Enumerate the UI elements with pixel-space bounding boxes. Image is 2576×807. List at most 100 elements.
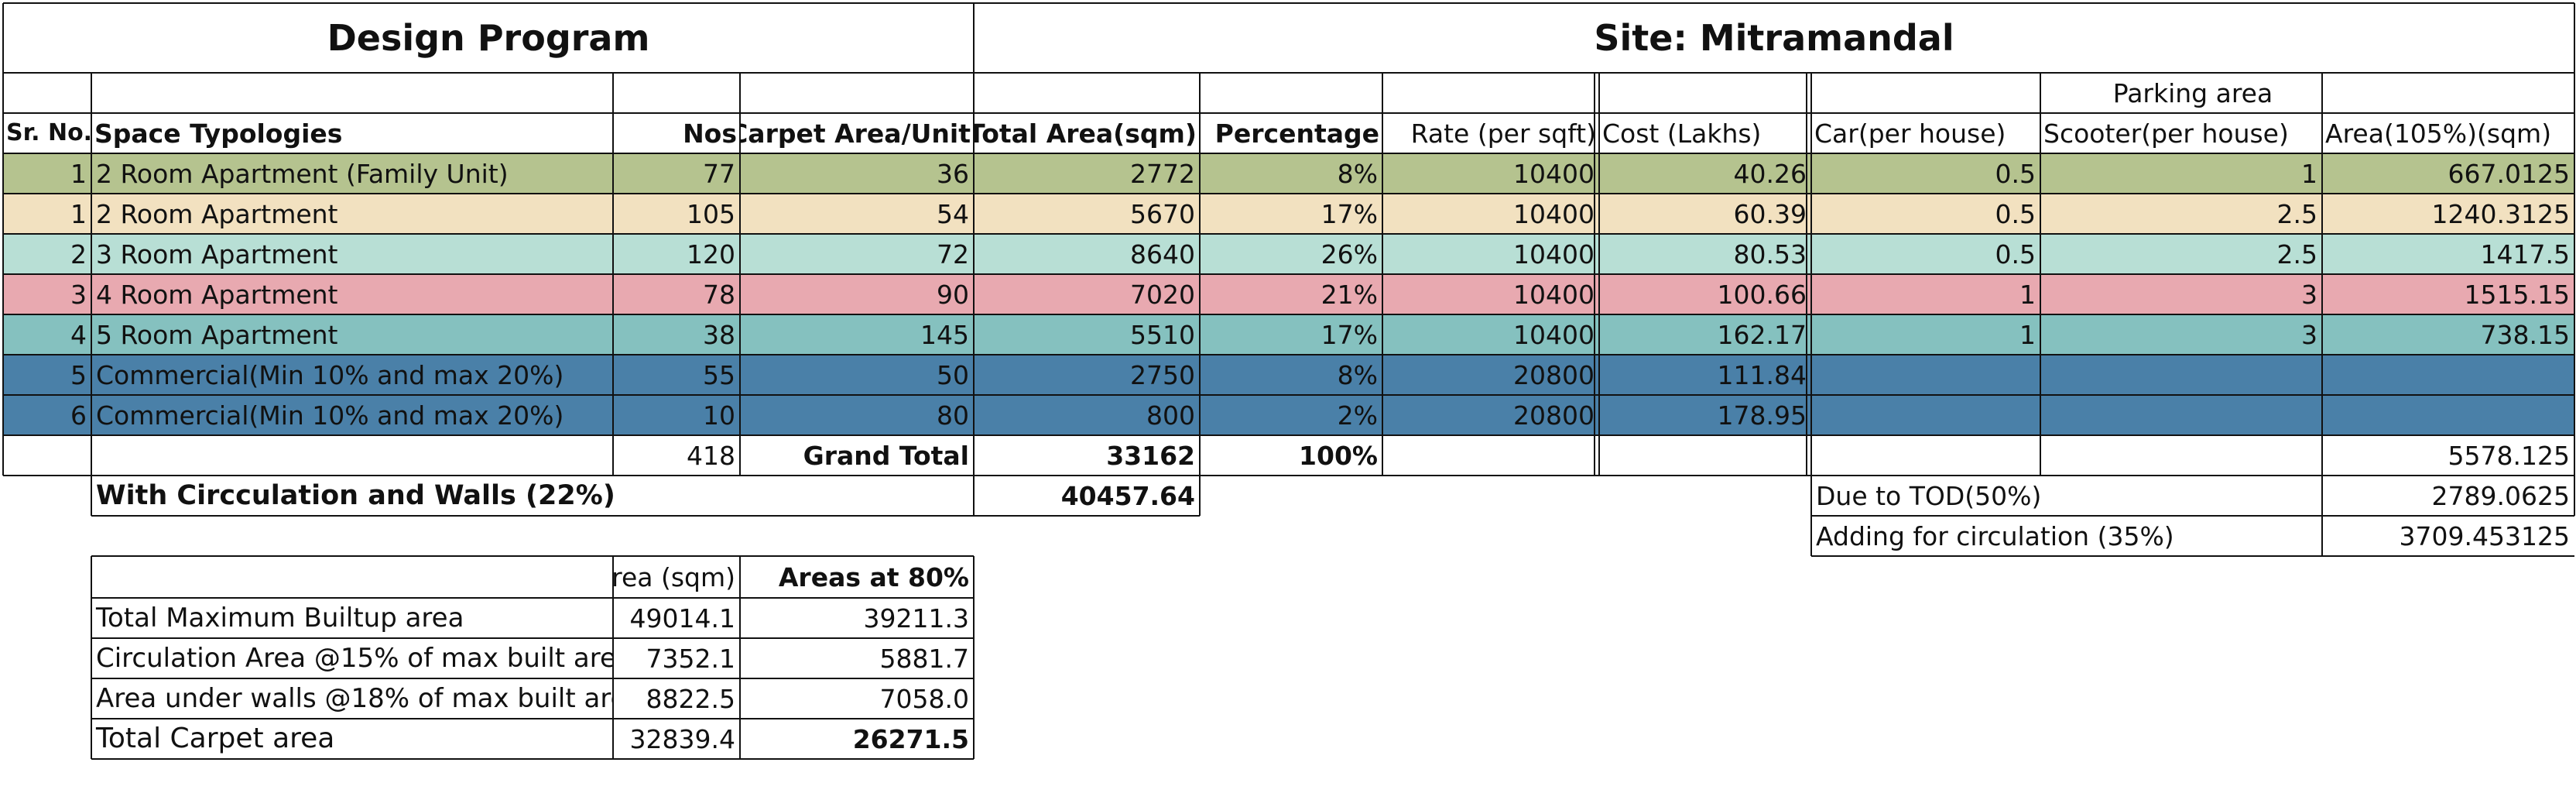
table-cell: 2.5	[2276, 198, 2317, 229]
table-cell: 8640	[1130, 239, 1195, 270]
table-cell: 17%	[1321, 319, 1378, 350]
grid-line	[1382, 73, 1383, 476]
site-title: Site: Mitramandal	[1594, 17, 1954, 59]
summary-header-80: Areas at 80%	[778, 561, 969, 592]
table-cell: 80	[937, 400, 969, 431]
grand-total-label: Grand Total	[803, 440, 969, 471]
table-cell: 4	[70, 319, 87, 350]
table-cell: 3	[2301, 319, 2317, 350]
table-cell: 20800	[1513, 359, 1595, 390]
table-cell: 10400	[1513, 279, 1595, 310]
column-header: Percentage	[1214, 118, 1379, 149]
grid-line	[973, 556, 975, 759]
table-cell: 78	[703, 279, 735, 310]
table-cell: 36	[937, 158, 969, 189]
table-cell: 105	[687, 198, 735, 229]
column-header: Cost (Lakhs)	[1602, 118, 1762, 149]
grid-line	[3, 475, 2574, 476]
parking-total-area: 5578.125	[2448, 440, 2570, 471]
grid-line	[1598, 73, 1600, 476]
grid-line	[1594, 73, 1595, 476]
grid-line	[91, 718, 974, 719]
table-cell: 2772	[1130, 158, 1195, 189]
grid-line	[2, 3, 4, 476]
grid-line	[3, 193, 2574, 194]
table-cell: 55	[703, 359, 735, 390]
table-cell: 800	[1146, 400, 1195, 431]
table-cell: 738.15	[2480, 319, 2570, 350]
table-cell: 10400	[1513, 158, 1595, 189]
summary-at-80: 7058.0	[879, 683, 969, 714]
table-cell	[2322, 355, 2574, 395]
table-cell: 3	[70, 279, 87, 310]
table-cell: 10400	[1513, 239, 1595, 270]
table-cell	[2040, 395, 2322, 435]
summary-area: 8822.5	[646, 683, 735, 714]
grid-line	[3, 112, 1811, 114]
grand-total-percentage: 100%	[1299, 440, 1378, 471]
table-cell: 0.5	[1995, 239, 2036, 270]
summary-at-80: 26271.5	[852, 723, 969, 754]
total-nos: 418	[687, 440, 735, 471]
table-cell: 4 Room Apartment	[96, 279, 338, 310]
table-cell: 3 Room Apartment	[96, 239, 338, 270]
grid-line	[3, 434, 2574, 436]
grid-line	[91, 515, 1200, 517]
table-cell: 1	[70, 158, 87, 189]
table-cell: 2 Room Apartment	[96, 198, 338, 229]
grid-line	[1811, 515, 2574, 517]
column-header: Space Typologies	[94, 118, 343, 149]
table-cell: Commercial(Min 10% and max 20%)	[96, 400, 564, 431]
table-cell: 5510	[1130, 319, 1195, 350]
grid-line	[91, 556, 92, 759]
grid-line	[3, 394, 2574, 396]
table-cell: 72	[937, 239, 969, 270]
grid-line	[2574, 3, 2575, 516]
column-header: Total Area(sqm)	[974, 118, 1197, 149]
table-cell: 10400	[1513, 319, 1595, 350]
grid-line	[91, 73, 92, 476]
table-cell: 80.53	[1733, 239, 1807, 270]
table-cell: 111.84	[1717, 359, 1807, 390]
summary-header-area: Area (sqm)	[613, 561, 735, 592]
table-cell: 50	[937, 359, 969, 390]
table-cell: 1	[2301, 158, 2317, 189]
summary-label: Circulation Area @15% of max built area	[96, 643, 613, 674]
grid-line	[3, 72, 2574, 74]
table-cell: 20800	[1513, 400, 1595, 431]
circulation-parking-label: Adding for circulation (35%)	[1816, 520, 2174, 551]
grid-line	[1199, 476, 1201, 516]
table-cell: 162.17	[1717, 319, 1807, 350]
grid-line	[1199, 73, 1201, 476]
grid-line	[1811, 112, 2574, 114]
tod-label: Due to TOD(50%)	[1816, 480, 2042, 511]
table-cell: 38	[703, 319, 735, 350]
table-cell: 0.5	[1995, 198, 2036, 229]
grid-line	[3, 233, 2574, 235]
table-cell: 77	[703, 158, 735, 189]
table-cell: 1	[2019, 319, 2036, 350]
grid-line	[739, 556, 741, 759]
summary-at-80: 5881.7	[879, 643, 969, 674]
circulation-label: With Circculation and Walls (22%)	[96, 479, 615, 511]
tod-value: 2789.0625	[2431, 480, 2570, 511]
column-header: Car(per house)	[1814, 118, 2006, 149]
summary-label: Total Carpet area	[96, 723, 335, 754]
grid-line	[1810, 73, 1812, 556]
grid-line	[3, 153, 2574, 154]
table-cell: 2%	[1337, 400, 1378, 431]
column-header: Nos	[683, 118, 737, 149]
table-cell	[1811, 395, 2040, 435]
table-cell: 7020	[1130, 279, 1195, 310]
grid-line	[91, 637, 974, 639]
grid-line	[91, 435, 92, 516]
table-cell: 2.5	[2276, 239, 2317, 270]
grid-line	[612, 556, 614, 759]
table-cell: 178.95	[1717, 400, 1807, 431]
grid-line	[1806, 73, 1807, 476]
table-cell: 1515.15	[2464, 279, 2570, 310]
table-cell: 0.5	[1995, 158, 2036, 189]
grid-line	[3, 314, 2574, 315]
table-cell: 6	[70, 400, 87, 431]
table-cell: 5	[70, 359, 87, 390]
